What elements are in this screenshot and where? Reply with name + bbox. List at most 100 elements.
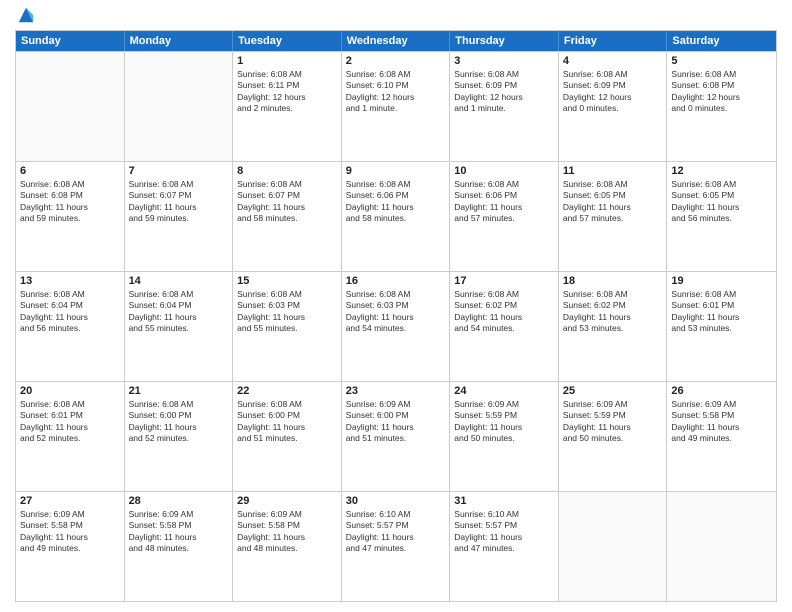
cell-info-line: Daylight: 12 hours bbox=[671, 92, 772, 103]
calendar-cell: 5 Sunrise: 6:08 AMSunset: 6:08 PMDaylight… bbox=[667, 52, 776, 161]
cell-info-line: Daylight: 11 hours bbox=[129, 202, 229, 213]
cell-info-line: Daylight: 11 hours bbox=[129, 532, 229, 543]
calendar-cell: 18Sunrise: 6:08 AMSunset: 6:02 PMDayligh… bbox=[559, 272, 668, 381]
cell-info-line: Sunrise: 6:08 AM bbox=[671, 179, 772, 190]
cell-info-line: Sunset: 6:08 PM bbox=[671, 80, 772, 91]
calendar-cell: 15Sunrise: 6:08 AMSunset: 6:03 PMDayligh… bbox=[233, 272, 342, 381]
cell-info-line: and 52 minutes. bbox=[129, 433, 229, 444]
cell-info-line: Sunset: 6:06 PM bbox=[346, 190, 446, 201]
cell-info-line: Sunrise: 6:08 AM bbox=[671, 289, 772, 300]
cell-info-line: Sunset: 6:00 PM bbox=[346, 410, 446, 421]
cell-info-line: Sunrise: 6:09 AM bbox=[671, 399, 772, 410]
cell-info-line: Daylight: 11 hours bbox=[20, 422, 120, 433]
cell-info-line: Daylight: 11 hours bbox=[454, 312, 554, 323]
cell-info-line: and 59 minutes. bbox=[129, 213, 229, 224]
cell-info-line: and 50 minutes. bbox=[454, 433, 554, 444]
calendar-cell: 4Sunrise: 6:08 AMSunset: 6:09 PMDaylight… bbox=[559, 52, 668, 161]
calendar-week: 27Sunrise: 6:09 AMSunset: 5:58 PMDayligh… bbox=[16, 491, 776, 601]
cell-info-line: Sunrise: 6:09 AM bbox=[20, 509, 120, 520]
cell-info-line: Sunset: 6:01 PM bbox=[20, 410, 120, 421]
cell-info-line: Sunset: 6:05 PM bbox=[671, 190, 772, 201]
day-number: 20 bbox=[20, 385, 120, 397]
calendar-cell: 6Sunrise: 6:08 AMSunset: 6:08 PMDaylight… bbox=[16, 162, 125, 271]
cell-info-line: and 50 minutes. bbox=[563, 433, 663, 444]
cell-info-line: Sunrise: 6:08 AM bbox=[454, 289, 554, 300]
calendar: SundayMondayTuesdayWednesdayThursdayFrid… bbox=[15, 30, 777, 602]
cell-info-line: Sunrise: 6:09 AM bbox=[346, 399, 446, 410]
calendar-body: 1Sunrise: 6:08 AMSunset: 6:11 PMDaylight… bbox=[16, 51, 776, 601]
weekday-header: Wednesday bbox=[342, 31, 451, 51]
logo-icon bbox=[17, 6, 35, 24]
cell-info-line: Daylight: 11 hours bbox=[454, 202, 554, 213]
cell-info-line: and 1 minute. bbox=[346, 103, 446, 114]
cell-info-line: and 1 minute. bbox=[454, 103, 554, 114]
day-number: 23 bbox=[346, 385, 446, 397]
calendar-cell: 11Sunrise: 6:08 AMSunset: 6:05 PMDayligh… bbox=[559, 162, 668, 271]
calendar-week: 6Sunrise: 6:08 AMSunset: 6:08 PMDaylight… bbox=[16, 161, 776, 271]
cell-info-line: and 59 minutes. bbox=[20, 213, 120, 224]
day-number: 19 bbox=[671, 275, 772, 287]
cell-info-line: Daylight: 12 hours bbox=[563, 92, 663, 103]
cell-info-line: Sunrise: 6:08 AM bbox=[454, 69, 554, 80]
cell-info-line: Sunset: 6:02 PM bbox=[454, 300, 554, 311]
day-number: 3 bbox=[454, 55, 554, 67]
cell-info-line: Sunrise: 6:09 AM bbox=[129, 509, 229, 520]
cell-info-line: Sunset: 6:04 PM bbox=[129, 300, 229, 311]
cell-info-line: Daylight: 11 hours bbox=[129, 422, 229, 433]
day-number: 9 bbox=[346, 165, 446, 177]
cell-info-line: Sunset: 6:07 PM bbox=[129, 190, 229, 201]
cell-info-line: Daylight: 11 hours bbox=[563, 202, 663, 213]
cell-info-line: Sunrise: 6:08 AM bbox=[129, 179, 229, 190]
calendar-cell: 17Sunrise: 6:08 AMSunset: 6:02 PMDayligh… bbox=[450, 272, 559, 381]
calendar-week: 20Sunrise: 6:08 AMSunset: 6:01 PMDayligh… bbox=[16, 381, 776, 491]
cell-info-line: Sunset: 6:00 PM bbox=[129, 410, 229, 421]
calendar-cell: 10Sunrise: 6:08 AMSunset: 6:06 PMDayligh… bbox=[450, 162, 559, 271]
cell-info-line: Daylight: 11 hours bbox=[346, 202, 446, 213]
cell-info-line: Daylight: 11 hours bbox=[563, 312, 663, 323]
calendar-cell bbox=[559, 492, 668, 601]
day-number: 27 bbox=[20, 495, 120, 507]
calendar-cell: 30Sunrise: 6:10 AMSunset: 5:57 PMDayligh… bbox=[342, 492, 451, 601]
cell-info-line: and 51 minutes. bbox=[237, 433, 337, 444]
cell-info-line: Sunrise: 6:08 AM bbox=[20, 179, 120, 190]
weekday-header: Thursday bbox=[450, 31, 559, 51]
cell-info-line: and 53 minutes. bbox=[563, 323, 663, 334]
calendar-cell bbox=[125, 52, 234, 161]
cell-info-line: Sunset: 6:03 PM bbox=[346, 300, 446, 311]
cell-info-line: Daylight: 11 hours bbox=[20, 312, 120, 323]
cell-info-line: Daylight: 11 hours bbox=[346, 532, 446, 543]
day-number: 10 bbox=[454, 165, 554, 177]
weekday-header: Saturday bbox=[667, 31, 776, 51]
cell-info-line: Daylight: 11 hours bbox=[671, 422, 772, 433]
calendar-cell: 24Sunrise: 6:09 AMSunset: 5:59 PMDayligh… bbox=[450, 382, 559, 491]
cell-info-line: Daylight: 11 hours bbox=[563, 422, 663, 433]
cell-info-line: and 55 minutes. bbox=[129, 323, 229, 334]
day-number: 28 bbox=[129, 495, 229, 507]
cell-info-line: and 56 minutes. bbox=[20, 323, 120, 334]
cell-info-line: Sunrise: 6:08 AM bbox=[671, 69, 772, 80]
cell-info-line: Daylight: 11 hours bbox=[20, 202, 120, 213]
day-number: 15 bbox=[237, 275, 337, 287]
cell-info-line: and 58 minutes. bbox=[237, 213, 337, 224]
calendar-week: 13Sunrise: 6:08 AMSunset: 6:04 PMDayligh… bbox=[16, 271, 776, 381]
cell-info-line: Sunrise: 6:08 AM bbox=[20, 399, 120, 410]
cell-info-line: Sunset: 6:09 PM bbox=[454, 80, 554, 91]
day-number: 24 bbox=[454, 385, 554, 397]
calendar-cell: 20 Sunrise: 6:08 AMSunset: 6:01 PMDayligh… bbox=[16, 382, 125, 491]
cell-info-line: Sunset: 5:59 PM bbox=[563, 410, 663, 421]
cell-info-line: Sunrise: 6:08 AM bbox=[346, 289, 446, 300]
day-number: 18 bbox=[563, 275, 663, 287]
cell-info-line: Daylight: 11 hours bbox=[129, 312, 229, 323]
day-number: 14 bbox=[129, 275, 229, 287]
weekday-header: Monday bbox=[125, 31, 234, 51]
weekday-header: Tuesday bbox=[233, 31, 342, 51]
calendar-cell bbox=[667, 492, 776, 601]
calendar-cell: 23Sunrise: 6:09 AMSunset: 6:00 PMDayligh… bbox=[342, 382, 451, 491]
cell-info-line: Sunrise: 6:08 AM bbox=[563, 179, 663, 190]
cell-info-line: Sunset: 6:04 PM bbox=[20, 300, 120, 311]
cell-info-line: Sunrise: 6:08 AM bbox=[129, 289, 229, 300]
day-number: 5 bbox=[671, 55, 772, 67]
cell-info-line: and 0 minutes. bbox=[563, 103, 663, 114]
calendar-cell: 16Sunrise: 6:08 AMSunset: 6:03 PMDayligh… bbox=[342, 272, 451, 381]
calendar-cell: 7Sunrise: 6:08 AMSunset: 6:07 PMDaylight… bbox=[125, 162, 234, 271]
